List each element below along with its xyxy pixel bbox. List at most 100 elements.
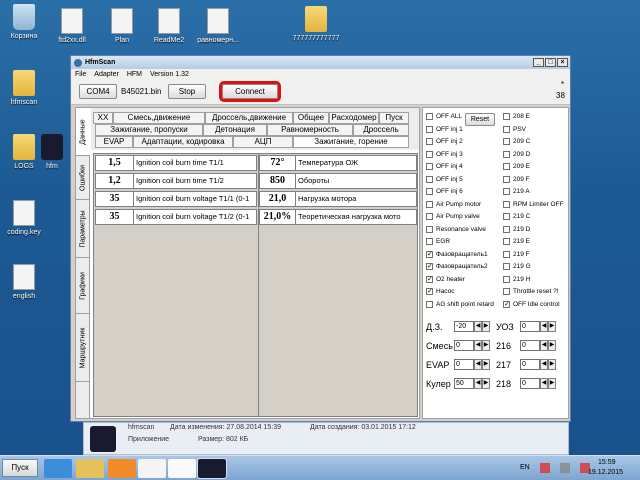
unchecked-box-icon[interactable] xyxy=(426,175,433,183)
tab-pusk[interactable]: Пуск xyxy=(379,112,409,124)
output-checkbox[interactable]: 219 C xyxy=(503,213,530,220)
unchecked-box-icon[interactable] xyxy=(503,225,510,233)
output-checkbox[interactable]: 219 A xyxy=(503,188,530,195)
tab-drossel[interactable]: Дроссель xyxy=(353,124,409,136)
output-checkbox[interactable]: OFF inj 5 xyxy=(426,175,463,183)
desktop-icon-english[interactable]: english xyxy=(0,264,52,300)
param-row[interactable]: 21,0% Теоретическая нагрузка мото xyxy=(259,209,417,225)
yandex-browser-icon[interactable] xyxy=(138,459,166,478)
tab-acp[interactable]: АЦП xyxy=(233,136,293,148)
tab-detonaciya[interactable]: Детонация xyxy=(203,124,267,136)
unchecked-box-icon[interactable] xyxy=(503,213,510,220)
output-checkbox[interactable]: 209 E xyxy=(503,163,530,170)
explorer-folder-icon[interactable] xyxy=(76,459,104,478)
checked-box-icon[interactable]: ✓ xyxy=(426,288,433,295)
adjust-value-input[interactable]: 0 xyxy=(520,359,540,370)
document-taskbar-icon[interactable] xyxy=(168,459,196,478)
output-checkbox[interactable]: 219 E xyxy=(503,238,530,245)
increment-arrow-icon[interactable]: ▶ xyxy=(482,340,490,351)
unchecked-box-icon[interactable] xyxy=(426,150,433,158)
output-checkbox[interactable]: 209 F xyxy=(503,175,530,183)
output-checkbox[interactable]: RPM Limiter OFF xyxy=(503,200,564,208)
menu-adapter[interactable]: Adapter xyxy=(94,71,119,78)
increment-arrow-icon[interactable]: ▶ xyxy=(548,359,556,370)
unchecked-box-icon[interactable] xyxy=(426,225,433,233)
output-checkbox[interactable]: OFF inj 6 xyxy=(426,188,463,195)
output-checkbox[interactable]: 219 G xyxy=(503,263,531,270)
unchecked-box-icon[interactable] xyxy=(426,238,433,245)
unchecked-box-icon[interactable] xyxy=(503,113,510,120)
minimize-button[interactable]: _ xyxy=(533,58,544,67)
vtab-dannye[interactable]: Данные xyxy=(76,108,90,156)
unchecked-box-icon[interactable] xyxy=(426,125,433,133)
desktop-icon-hfm[interactable]: hfm xyxy=(34,134,70,170)
tab-xx[interactable]: XX xyxy=(93,112,113,124)
output-checkbox[interactable]: Air Pump valve xyxy=(426,213,480,220)
stop-button[interactable]: Stop xyxy=(168,84,206,99)
output-checkbox[interactable]: ✓ OFF Idle control xyxy=(503,300,560,308)
output-checkbox[interactable]: EGR xyxy=(426,238,450,245)
tab-drossel-dvizhenie[interactable]: Дроссель,движение xyxy=(205,112,293,124)
decrement-arrow-icon[interactable]: ◀ xyxy=(540,321,548,332)
tab-evap[interactable]: EVAP xyxy=(95,136,133,148)
output-checkbox[interactable]: OFF inj 3 xyxy=(426,150,463,158)
output-checkbox[interactable]: Resonance valve xyxy=(426,225,486,233)
start-button[interactable]: Пуск xyxy=(2,459,38,477)
checked-box-icon[interactable]: ✓ xyxy=(503,300,510,308)
desktop-icon-hfmscan[interactable]: hfmscan xyxy=(0,70,52,106)
vtab-marshrutnik[interactable]: Маршрутник xyxy=(76,314,90,382)
checked-box-icon[interactable]: ✓ xyxy=(426,250,433,258)
output-checkbox[interactable]: 209 D xyxy=(503,150,530,158)
unchecked-box-icon[interactable] xyxy=(503,200,510,208)
close-button[interactable]: × xyxy=(557,58,568,67)
output-checkbox[interactable]: 208 E xyxy=(503,113,530,120)
checked-box-icon[interactable]: ✓ xyxy=(426,275,433,283)
media-player-icon[interactable] xyxy=(108,459,136,478)
output-checkbox[interactable]: 219 D xyxy=(503,225,530,233)
output-checkbox[interactable]: ✓ O2 heater xyxy=(426,275,465,283)
title-bar[interactable]: HfmScan _ □ × xyxy=(71,56,570,69)
hfmscan-taskbar-icon[interactable] xyxy=(197,458,227,479)
decrement-arrow-icon[interactable]: ◀ xyxy=(540,359,548,370)
unchecked-box-icon[interactable] xyxy=(503,188,510,195)
output-checkbox[interactable]: Throttle reset ?! xyxy=(503,288,559,295)
increment-arrow-icon[interactable]: ▶ xyxy=(548,378,556,389)
unchecked-box-icon[interactable] xyxy=(503,125,510,133)
increment-arrow-icon[interactable]: ▶ xyxy=(482,359,490,370)
decrement-arrow-icon[interactable]: ◀ xyxy=(474,321,482,332)
unchecked-box-icon[interactable] xyxy=(426,300,433,308)
tab-zazhiganie-gorenie[interactable]: Зажигание, горение xyxy=(293,136,409,148)
desktop-icon-readme2[interactable]: ReadMe2 xyxy=(141,8,197,44)
decrement-arrow-icon[interactable]: ◀ xyxy=(474,359,482,370)
unchecked-box-icon[interactable] xyxy=(503,138,510,145)
tab-adaptacii[interactable]: Адаптации, кодировка xyxy=(133,136,233,148)
com-port-button[interactable]: COM4 xyxy=(79,84,117,99)
param-row[interactable]: 850 Обороты xyxy=(259,173,417,189)
menu-hfm[interactable]: HFM xyxy=(127,71,142,78)
tab-ravnomernost[interactable]: Равномерность xyxy=(267,124,353,136)
unchecked-box-icon[interactable] xyxy=(503,150,510,158)
param-row[interactable]: 35 Ignition coil burn voltage T1/2 (0-1 xyxy=(95,209,257,225)
unchecked-box-icon[interactable] xyxy=(426,188,433,195)
ie-icon[interactable] xyxy=(44,459,72,478)
decrement-arrow-icon[interactable]: ◀ xyxy=(474,340,482,351)
reset-button[interactable]: Reset xyxy=(465,113,495,126)
output-checkbox[interactable]: Air Pump motor xyxy=(426,200,481,208)
tray-icons[interactable] xyxy=(540,463,590,473)
output-checkbox[interactable]: OFF inj 2 xyxy=(426,138,463,145)
param-row[interactable]: 35 Ignition coil burn voltage T1/1 (0-1 xyxy=(95,191,257,207)
decrement-arrow-icon[interactable]: ◀ xyxy=(540,340,548,351)
maximize-button[interactable]: □ xyxy=(545,58,556,67)
tab-rashodomer[interactable]: Расходомер xyxy=(329,112,379,124)
param-row[interactable]: 21,0 Нагрузка мотора xyxy=(259,191,417,207)
decrement-arrow-icon[interactable]: ◀ xyxy=(540,378,548,389)
vtab-grafiki[interactable]: Графики xyxy=(76,258,90,314)
unchecked-box-icon[interactable] xyxy=(426,200,433,208)
unchecked-box-icon[interactable] xyxy=(503,263,510,270)
output-checkbox[interactable]: 219 H xyxy=(503,275,530,283)
increment-arrow-icon[interactable]: ▶ xyxy=(482,321,490,332)
adjust-value-input[interactable]: 50 xyxy=(454,378,474,389)
tab-obshee[interactable]: Общее xyxy=(293,112,329,124)
adjust-value-input[interactable]: 0 xyxy=(520,340,540,351)
unchecked-box-icon[interactable] xyxy=(426,113,433,120)
